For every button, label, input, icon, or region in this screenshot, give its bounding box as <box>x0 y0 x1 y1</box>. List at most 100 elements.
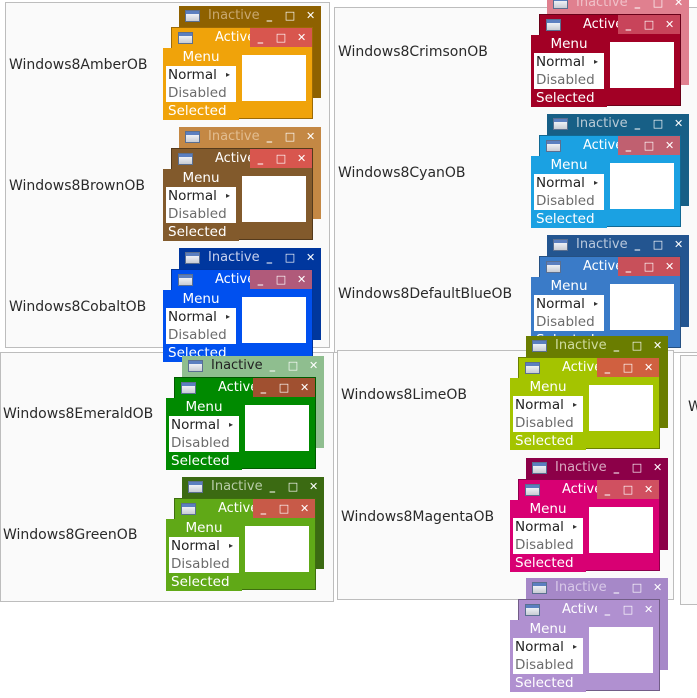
close-icon[interactable]: ✕ <box>640 361 658 374</box>
close-icon[interactable]: ✕ <box>305 359 323 372</box>
theme-preview[interactable]: Inactive _ □ ✕ Active _ □ ✕ Menu Normal … <box>166 477 326 597</box>
close-icon[interactable]: ✕ <box>649 339 667 352</box>
menu-item-selected[interactable]: Selected <box>513 674 583 692</box>
maximize-icon[interactable]: □ <box>272 31 290 44</box>
maximize-icon[interactable]: □ <box>649 117 667 130</box>
close-icon[interactable]: ✕ <box>296 502 314 515</box>
maximize-icon[interactable]: □ <box>619 361 637 374</box>
menu-item-selected[interactable]: Selected <box>534 89 604 107</box>
theme-preview[interactable]: Inactive _ □ ✕ Active _ □ ✕ Menu Normal … <box>166 356 326 476</box>
menu-item-normal[interactable]: Normal ▸ <box>534 174 604 192</box>
theme-preview[interactable]: Inactive _ □ ✕ Active _ □ ✕ Menu Normal … <box>531 0 691 113</box>
menu-item-normal[interactable]: Normal ▸ <box>169 537 239 555</box>
close-icon[interactable]: ✕ <box>296 381 314 394</box>
maximize-icon[interactable]: □ <box>281 251 299 264</box>
maximize-icon[interactable]: □ <box>640 139 658 152</box>
close-icon[interactable]: ✕ <box>670 238 688 251</box>
minimize-icon[interactable]: _ <box>598 483 616 496</box>
menu-item-normal[interactable]: Normal ▸ <box>534 295 604 313</box>
minimize-icon[interactable]: _ <box>598 361 616 374</box>
close-icon[interactable]: ✕ <box>670 117 688 130</box>
maximize-icon[interactable]: □ <box>640 260 658 273</box>
close-icon[interactable]: ✕ <box>661 139 679 152</box>
maximize-icon[interactable]: □ <box>272 273 290 286</box>
theme-preview[interactable]: Inactive _ □ ✕ Active _ □ ✕ Menu Normal … <box>510 458 670 578</box>
theme-preview[interactable]: Inactive _ □ ✕ Active _ □ ✕ Menu Normal … <box>510 336 670 456</box>
menu-item-selected[interactable]: Selected <box>166 102 236 120</box>
theme-preview[interactable]: Inactive _ □ ✕ Active _ □ ✕ Menu Normal … <box>163 248 323 368</box>
minimize-icon[interactable]: _ <box>628 0 646 9</box>
theme-preview[interactable]: Inactive _ □ ✕ Active _ □ ✕ Menu Normal … <box>163 6 323 126</box>
menu-item-selected[interactable]: Selected <box>513 554 583 572</box>
maximize-icon[interactable]: □ <box>619 603 637 616</box>
close-icon[interactable]: ✕ <box>640 483 658 496</box>
minimize-icon[interactable]: _ <box>260 251 278 264</box>
menu-item-selected[interactable]: Selected <box>169 452 239 470</box>
close-icon[interactable]: ✕ <box>293 273 311 286</box>
close-icon[interactable]: ✕ <box>293 152 311 165</box>
minimize-icon[interactable]: _ <box>607 339 625 352</box>
theme-preview[interactable]: Inactive _ □ ✕ Active _ □ ✕ Menu Normal … <box>163 127 323 247</box>
menu-item-normal[interactable]: Normal ▸ <box>166 187 236 205</box>
minimize-icon[interactable]: _ <box>598 603 616 616</box>
menu-item-selected[interactable]: Selected <box>166 223 236 241</box>
menu-item-selected[interactable]: Selected <box>169 573 239 591</box>
menu-item-normal[interactable]: Normal ▸ <box>513 396 583 414</box>
menu-preview: Menu Normal ▸ Disabled Selected <box>166 398 242 470</box>
minimize-icon[interactable]: _ <box>263 359 281 372</box>
maximize-icon[interactable]: □ <box>628 461 646 474</box>
menu-item-normal[interactable]: Normal ▸ <box>513 518 583 536</box>
minimize-icon[interactable]: _ <box>628 238 646 251</box>
submenu-arrow-icon: ▸ <box>593 299 598 308</box>
theme-preview[interactable]: Inactive _ □ ✕ Active _ □ ✕ Menu Normal … <box>510 578 670 698</box>
menu-item-normal[interactable]: Normal ▸ <box>534 53 604 71</box>
menu-item-normal[interactable]: Normal ▸ <box>169 416 239 434</box>
menu-item-normal[interactable]: Normal ▸ <box>166 66 236 84</box>
minimize-icon[interactable]: _ <box>619 18 637 31</box>
minimize-icon[interactable]: _ <box>263 480 281 493</box>
minimize-icon[interactable]: _ <box>260 9 278 22</box>
menu-item-selected[interactable]: Selected <box>513 432 583 450</box>
maximize-icon[interactable]: □ <box>275 502 293 515</box>
minimize-icon[interactable]: _ <box>254 381 272 394</box>
minimize-icon[interactable]: _ <box>260 130 278 143</box>
maximize-icon[interactable]: □ <box>649 238 667 251</box>
minimize-icon[interactable]: _ <box>607 461 625 474</box>
maximize-icon[interactable]: □ <box>281 9 299 22</box>
inactive-window-buttons: _ □ ✕ <box>262 356 324 375</box>
close-icon[interactable]: ✕ <box>661 18 679 31</box>
maximize-icon[interactable]: □ <box>284 359 302 372</box>
maximize-icon[interactable]: □ <box>649 0 667 9</box>
minimize-icon[interactable]: _ <box>251 31 269 44</box>
minimize-icon[interactable]: _ <box>254 502 272 515</box>
maximize-icon[interactable]: □ <box>619 483 637 496</box>
close-icon[interactable]: ✕ <box>661 260 679 273</box>
maximize-icon[interactable]: □ <box>640 18 658 31</box>
minimize-icon[interactable]: _ <box>251 152 269 165</box>
close-icon[interactable]: ✕ <box>640 603 658 616</box>
menu-item-normal[interactable]: Normal ▸ <box>513 638 583 656</box>
close-icon[interactable]: ✕ <box>293 31 311 44</box>
maximize-icon[interactable]: □ <box>275 381 293 394</box>
theme-preview[interactable]: Inactive _ □ ✕ Active _ □ ✕ Menu Normal … <box>531 114 691 234</box>
minimize-icon[interactable]: _ <box>619 139 637 152</box>
inactive-titlebar: Inactive _ □ ✕ <box>547 235 689 254</box>
maximize-icon[interactable]: □ <box>281 130 299 143</box>
close-icon[interactable]: ✕ <box>302 9 320 22</box>
minimize-icon[interactable]: _ <box>628 117 646 130</box>
minimize-icon[interactable]: _ <box>607 581 625 594</box>
close-icon[interactable]: ✕ <box>302 251 320 264</box>
menu-item-normal[interactable]: Normal ▸ <box>166 308 236 326</box>
minimize-icon[interactable]: _ <box>251 273 269 286</box>
maximize-icon[interactable]: □ <box>628 581 646 594</box>
close-icon[interactable]: ✕ <box>302 130 320 143</box>
maximize-icon[interactable]: □ <box>272 152 290 165</box>
close-icon[interactable]: ✕ <box>305 480 323 493</box>
minimize-icon[interactable]: _ <box>619 260 637 273</box>
close-icon[interactable]: ✕ <box>649 581 667 594</box>
maximize-icon[interactable]: □ <box>284 480 302 493</box>
close-icon[interactable]: ✕ <box>649 461 667 474</box>
maximize-icon[interactable]: □ <box>628 339 646 352</box>
menu-item-selected[interactable]: Selected <box>534 210 604 228</box>
close-icon[interactable]: ✕ <box>670 0 688 9</box>
